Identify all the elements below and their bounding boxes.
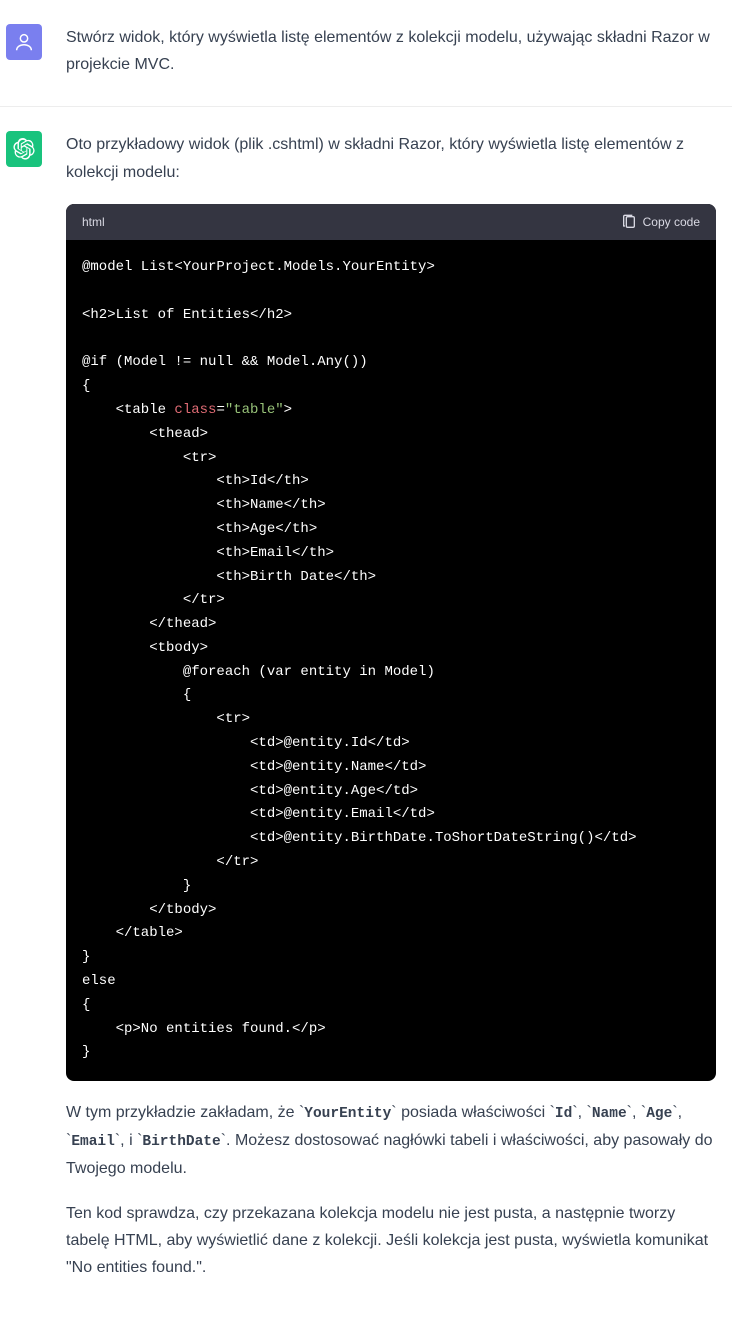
user-message: Stwórz widok, który wyświetla listę elem…: [0, 0, 732, 107]
code-lang-label: html: [82, 212, 105, 232]
openai-icon: [13, 138, 35, 160]
user-content: Stwórz widok, który wyświetla listę elem…: [66, 24, 726, 82]
code-content[interactable]: @model List<YourProject.Models.YourEntit…: [66, 240, 716, 1081]
explanation-para-1: W tym przykładzie zakładam, że `YourEnti…: [66, 1099, 716, 1181]
user-text: Stwórz widok, który wyświetla listę elem…: [66, 24, 716, 78]
explanation-para-2: Ten kod sprawdza, czy przekazana kolekcj…: [66, 1200, 716, 1282]
code-header: html Copy code: [66, 204, 716, 240]
inline-code: BirthDate: [142, 1134, 220, 1150]
user-avatar: [6, 24, 42, 60]
user-icon: [13, 31, 35, 53]
copy-code-label: Copy code: [643, 212, 700, 232]
inline-code: Age: [646, 1106, 672, 1122]
inline-code: Email: [71, 1134, 115, 1150]
inline-code: Id: [555, 1106, 572, 1122]
code-block: html Copy code @model List<YourProject.M…: [66, 204, 716, 1081]
assistant-avatar: [6, 131, 42, 167]
inline-code: YourEntity: [304, 1106, 391, 1122]
clipboard-icon: [621, 214, 637, 230]
assistant-intro: Oto przykładowy widok (plik .cshtml) w s…: [66, 131, 716, 185]
inline-code: Name: [592, 1106, 627, 1122]
assistant-message: Oto przykładowy widok (plik .cshtml) w s…: [0, 107, 732, 1309]
copy-code-button[interactable]: Copy code: [621, 212, 700, 232]
assistant-content: Oto przykładowy widok (plik .cshtml) w s…: [66, 131, 726, 1285]
